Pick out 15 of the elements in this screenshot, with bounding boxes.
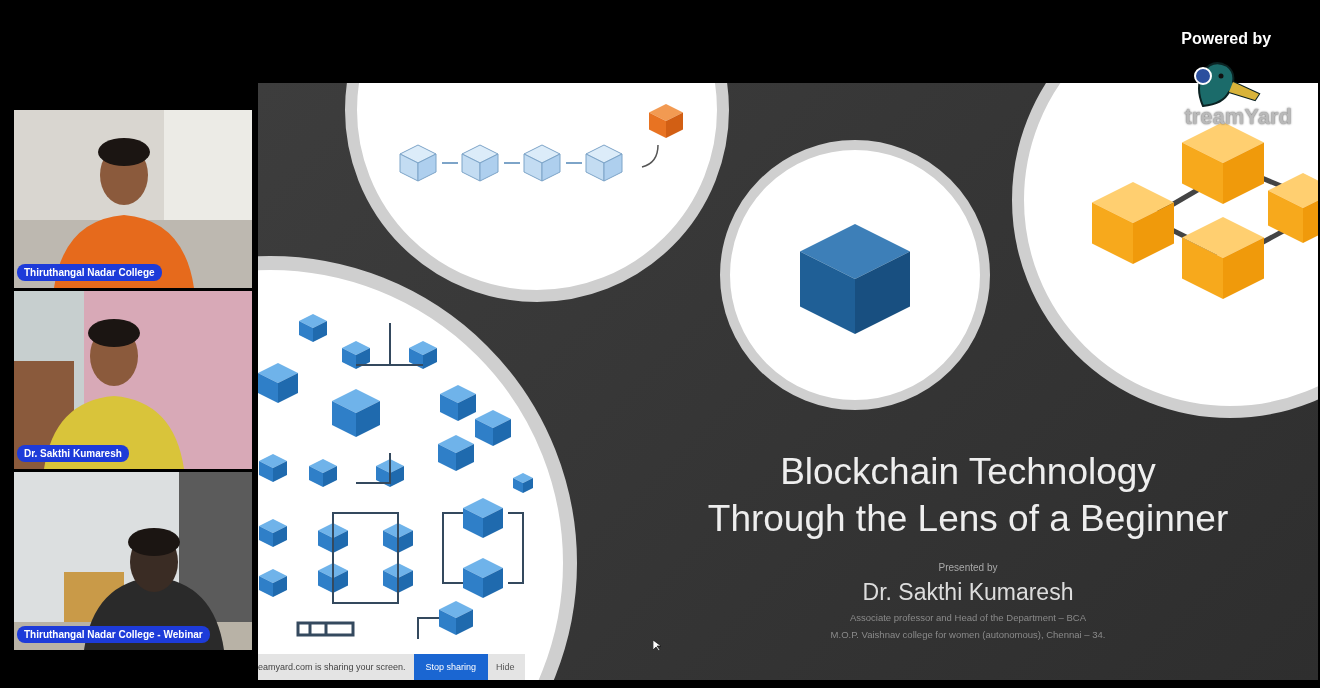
presenter-detail: M.O.P. Vaishnav college for women (autonomous), Chennai – 34. [830, 629, 1106, 640]
slide-title: Through the Lens of a Beginner [707, 497, 1229, 541]
participant-name: Dr. Sakthi Kumaresh [17, 445, 129, 462]
presenter-name: Dr. Sakthi Kumaresh [862, 579, 1074, 606]
stop-sharing-button[interactable]: Stop sharing [413, 654, 489, 680]
slide-title: Blockchain Technology [780, 450, 1156, 494]
participant-name: Thiruthangal Nadar College - Webinar [17, 626, 210, 643]
participant-name: Thiruthangal Nadar College [17, 264, 162, 281]
presenter-detail: Associate professor and Head of the Department – BCA [849, 612, 1086, 623]
presented-label: Presented by [938, 562, 998, 573]
share-message: eamyard.com is sharing your screen. [258, 662, 406, 672]
cursor-icon [653, 640, 661, 652]
hide-link[interactable]: Hide [496, 662, 515, 672]
powered-by-label: Powered by [1181, 30, 1272, 48]
brand-wordmark: treamYard [1184, 104, 1292, 130]
